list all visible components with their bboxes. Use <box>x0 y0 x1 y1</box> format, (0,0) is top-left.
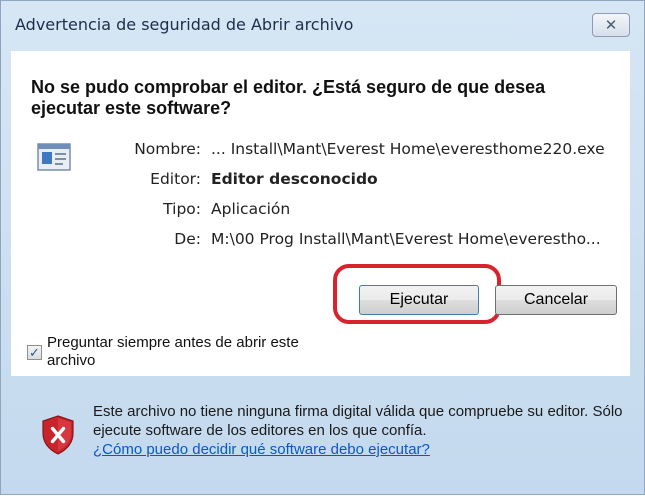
publisher-value: Editor desconocido <box>211 170 378 188</box>
from-value: M:\00 Prog Install\Mant\Everest Home\eve… <box>211 230 601 248</box>
close-icon: ✕ <box>604 17 618 34</box>
from-label: De: <box>174 230 201 248</box>
title-bar[interactable]: Advertencia de seguridad de Abrir archiv… <box>1 1 644 51</box>
run-button[interactable]: Ejecutar <box>359 285 479 315</box>
always-ask-label: Preguntar siempre antes de abrir este ar… <box>47 334 299 369</box>
name-label: Nombre: <box>134 140 201 158</box>
security-warning-dialog: Advertencia de seguridad de Abrir archiv… <box>0 0 645 495</box>
checkmark-icon: ✓ <box>29 345 40 360</box>
close-button[interactable]: ✕ <box>592 13 630 37</box>
shield-warning-icon <box>42 415 74 455</box>
always-ask-checkbox[interactable]: ✓ <box>27 345 42 360</box>
help-link[interactable]: ¿Cómo puedo decidir qué software debo ej… <box>93 441 430 458</box>
dialog-content: No se pudo comprobar el editor. ¿Está se… <box>11 51 630 376</box>
window-title: Advertencia de seguridad de Abrir archiv… <box>15 15 354 34</box>
footer-panel: Este archivo no tiene ninguna firma digi… <box>11 380 630 496</box>
name-value: ... Install\Mant\Everest Home\everesthom… <box>211 140 605 158</box>
type-value: Aplicación <box>211 200 291 218</box>
publisher-label: Editor: <box>150 170 201 188</box>
type-label: Tipo: <box>163 200 201 218</box>
footer-message: Este archivo no tiene ninguna firma digi… <box>93 402 623 459</box>
footer-description: Este archivo no tiene ninguna firma digi… <box>93 403 623 439</box>
cancel-button[interactable]: Cancelar <box>495 285 617 315</box>
warning-heading: No se pudo comprobar el editor. ¿Está se… <box>31 77 546 118</box>
